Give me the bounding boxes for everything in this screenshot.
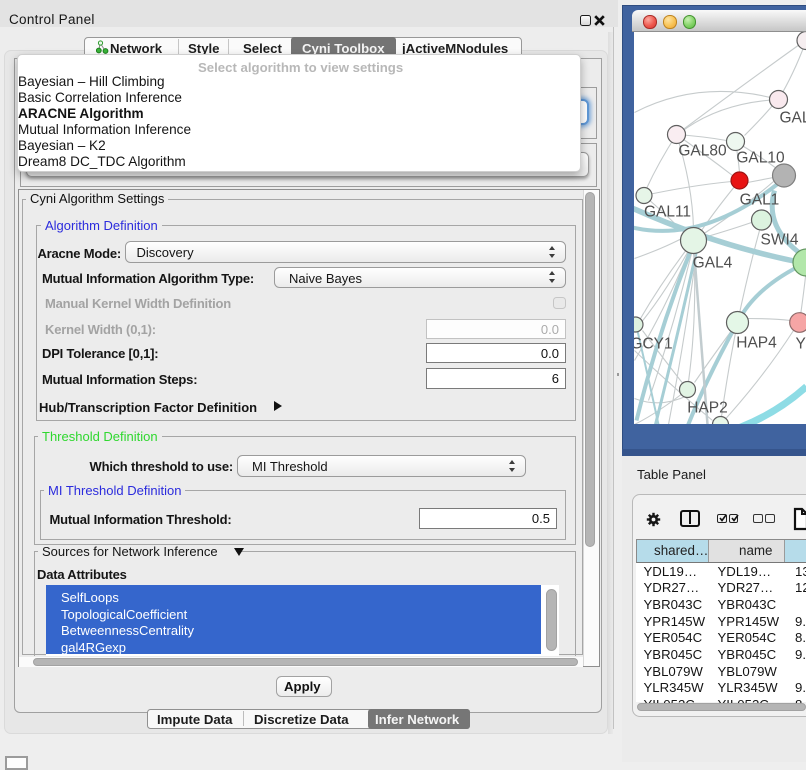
svg-text:GCY1: GCY1	[634, 335, 673, 352]
svg-text:GAL1: GAL1	[739, 191, 779, 208]
svg-text:HAP4: HAP4	[736, 334, 777, 351]
svg-text:GAL80: GAL80	[678, 142, 727, 159]
svg-text:GAL11: GAL11	[643, 203, 690, 220]
svg-text:GAL10: GAL10	[736, 149, 785, 166]
svg-text:HAP2: HAP2	[687, 399, 728, 416]
svg-text:SWI4: SWI4	[760, 231, 798, 248]
svg-text:GAL4: GAL4	[692, 254, 732, 271]
svg-text:YM: YM	[795, 335, 806, 352]
svg-text:GAL7: GAL7	[779, 109, 806, 126]
